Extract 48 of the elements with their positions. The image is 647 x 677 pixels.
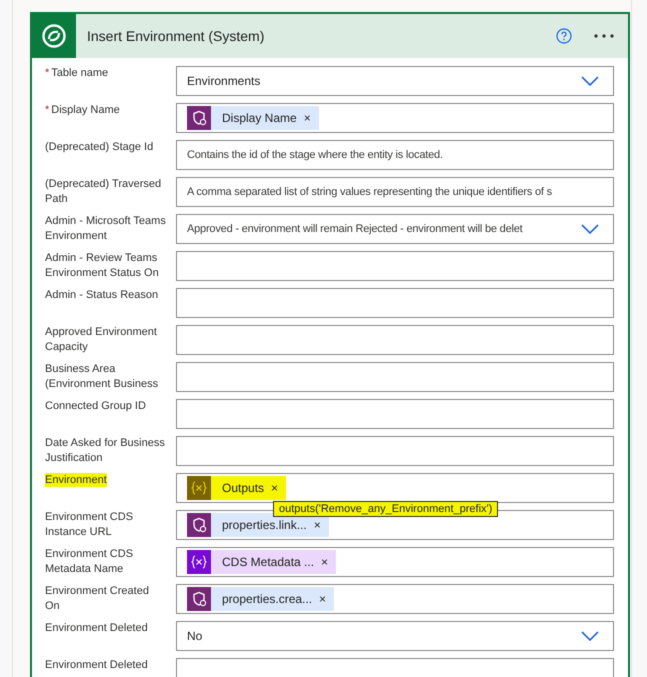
variable-icon [187,476,211,500]
input-field[interactable] [176,251,614,281]
field-label: Environment Created On [45,585,149,612]
field-label: Environment Deleted [45,622,148,634]
field-label: Connected Group ID [45,400,146,412]
dropdown-field[interactable]: Approved - environment will remain Rejected - environment will be delet [176,214,614,244]
field-label: * Table name [45,67,108,79]
field-label: (Deprecated) Stage Id [45,141,154,153]
field-label: Business Area (Environment Business [45,363,158,390]
chevron-down-icon [581,631,599,641]
dynamic-content-token[interactable]: CDS Metadata ... × [187,550,336,574]
field-label: Admin - Review Teams Environment Status On [45,252,159,279]
input-field[interactable]: A comma separated list of string values representing the unique identifiers of s [176,177,614,207]
field-label: Admin - Microsoft Teams Environment [45,215,166,242]
field-label: * Display Name [45,104,120,116]
input-field[interactable]: Contains the id of the stage where the entity is located. [176,140,614,170]
field-label: Environment CDS Metadata Name [45,548,134,575]
chevron-down-icon [581,76,599,86]
field-label: Approved Environment Capacity [45,326,157,353]
field-label: (Deprecated) Traversed Path [45,178,162,205]
variable-icon [187,550,211,574]
dynamic-content-token[interactable]: Outputs × [187,476,286,500]
field-label: Environment Deleted [45,659,148,671]
input-field[interactable] [176,399,614,429]
dropdown-field[interactable]: No [176,621,614,651]
input-field[interactable]: CDS Metadata ... × [176,547,614,577]
dynamic-content-token[interactable]: properties.crea... × [187,587,334,611]
input-field[interactable] [176,288,614,318]
input-field[interactable]: Display Name × [176,103,614,133]
help-icon[interactable] [556,28,572,44]
card-title: Insert Environment (System) [87,26,264,46]
shield-icon [187,513,211,537]
field-label: Environment [45,473,107,487]
dynamic-content-token[interactable]: Display Name × [187,106,319,130]
field-label: Environment CDS Instance URL [45,511,134,538]
more-options-icon[interactable] [594,34,614,38]
tooltip: outputs('Remove_any_Environment_prefix') [273,501,498,517]
input-field[interactable]: properties.crea... × [176,584,614,614]
field-label: Date Asked for Business Justification [45,437,165,464]
dynamic-content-token[interactable]: properties.link... × [187,513,329,537]
field-label: Admin - Status Reason [45,289,158,301]
chevron-down-icon [581,224,599,234]
input-field[interactable] [176,436,614,466]
input-field[interactable] [176,362,614,392]
input-field[interactable] [176,325,614,355]
dropdown-field[interactable]: Environments [176,66,614,96]
shield-icon [187,106,211,130]
shield-icon [187,587,211,611]
